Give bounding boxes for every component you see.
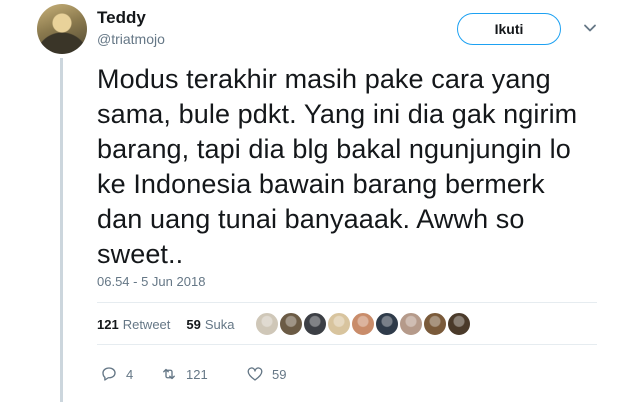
thread-line	[60, 58, 63, 402]
retweet-icon	[163, 368, 175, 380]
divider	[97, 302, 597, 303]
tweet-text-line: dan uang tunai banyaaak. Awwh so	[97, 204, 525, 234]
reply-icon	[102, 367, 116, 381]
like-stat-label: Suka	[204, 317, 235, 332]
liker-avatar[interactable]	[254, 311, 280, 337]
reply-count: 4	[126, 366, 134, 382]
retweet-stat-label: Retweet	[122, 317, 171, 332]
tweet-timestamp[interactable]: 06.54 - 5 Jun 2018	[97, 274, 205, 289]
author-display-name[interactable]: Teddy	[97, 8, 146, 28]
tweet-stats: 121 Retweet 59 Suka	[97, 317, 235, 332]
heart-icon	[247, 367, 263, 381]
retweet-stat-count: 121	[97, 317, 119, 332]
tweet-text-line: ke Indonesia bawain barang bermerk	[97, 169, 545, 199]
tweet-text-line: sweet..	[97, 239, 184, 269]
liker-avatar[interactable]	[422, 311, 448, 337]
tweet-text-line: barang, tapi dia blg bakal ngunjungin lo	[97, 134, 571, 164]
liker-avatar[interactable]	[398, 311, 424, 337]
chevron-down-icon[interactable]	[582, 20, 598, 36]
reply-action[interactable]: 4	[100, 365, 160, 383]
divider	[97, 344, 597, 345]
author-handle[interactable]: @triatmojo	[97, 31, 165, 47]
liker-avatar[interactable]	[302, 311, 328, 337]
like-stat[interactable]: 59 Suka	[186, 317, 234, 332]
liker-avatar[interactable]	[278, 311, 304, 337]
liker-avatar[interactable]	[326, 311, 352, 337]
follow-button-label: Ikuti	[494, 21, 524, 37]
tweet-text: Modus terakhir masih pake cara yang sama…	[97, 62, 617, 272]
liker-avatar[interactable]	[446, 311, 472, 337]
retweet-count: 121	[186, 366, 208, 382]
tweet-actions: 4 121 59	[100, 365, 306, 383]
avatar[interactable]	[37, 4, 87, 54]
like-action[interactable]: 59	[246, 365, 306, 383]
like-stat-count: 59	[186, 317, 201, 332]
liker-avatar[interactable]	[374, 311, 400, 337]
tweet-text-line: sama, bule pdkt. Yang ini dia gak ngirim	[97, 99, 578, 129]
retweet-stat[interactable]: 121 Retweet	[97, 317, 170, 332]
liker-avatars	[254, 311, 472, 337]
retweet-action[interactable]: 121	[160, 365, 246, 383]
like-count: 59	[272, 366, 287, 382]
liker-avatar[interactable]	[350, 311, 376, 337]
follow-button[interactable]: Ikuti	[457, 13, 561, 45]
tweet-text-line: Modus terakhir masih pake cara yang	[97, 64, 551, 94]
